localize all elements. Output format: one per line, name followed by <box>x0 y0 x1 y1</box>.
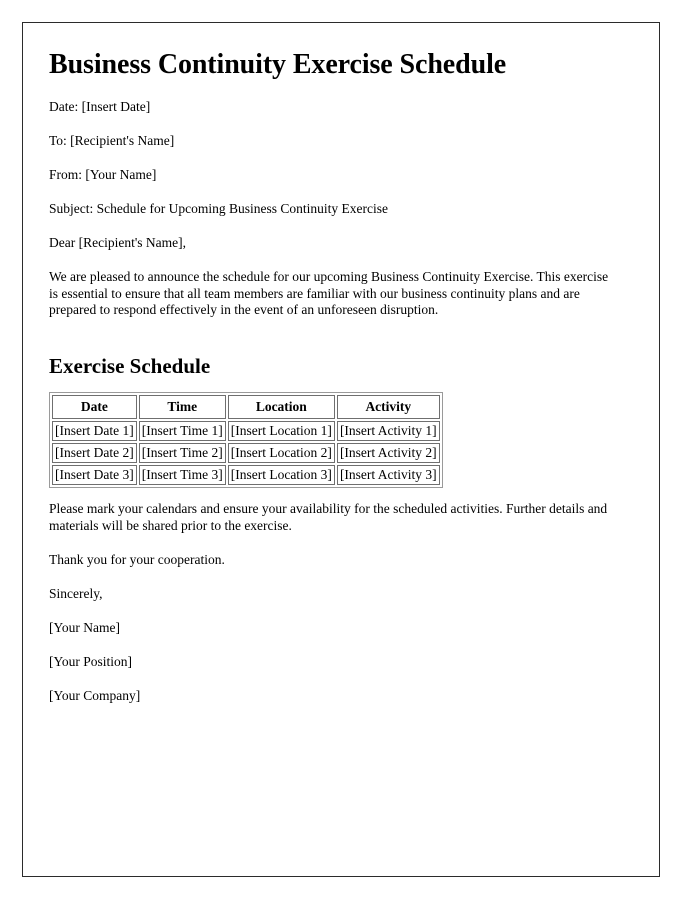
table-head: Date Time Location Activity <box>52 395 440 419</box>
table-row: [Insert Date 1] [Insert Time 1] [Insert … <box>52 421 440 441</box>
cell-date: [Insert Date 2] <box>52 443 137 463</box>
section-heading-exercise-schedule: Exercise Schedule <box>49 353 211 378</box>
cell-location: [Insert Location 3] <box>227 465 335 485</box>
header-field-subject: Subject: Schedule for Upcoming Business … <box>49 201 388 217</box>
column-header-date: Date <box>52 395 137 419</box>
cell-location: [Insert Location 1] <box>227 421 335 441</box>
sign-off: Sincerely, <box>49 586 103 601</box>
cell-time: [Insert Time 3] <box>138 465 226 485</box>
table-row: [Insert Date 3] [Insert Time 3] [Insert … <box>52 465 440 485</box>
closing-paragraph: Please mark your calendars and ensure yo… <box>49 501 608 533</box>
column-header-time: Time <box>138 395 226 419</box>
column-header-activity: Activity <box>336 395 440 419</box>
header-field-to: To: [Recipient's Name] <box>49 133 175 149</box>
cell-activity: [Insert Activity 3] <box>336 465 440 485</box>
cell-location: [Insert Location 2] <box>227 443 335 463</box>
salutation: Dear [Recipient's Name], <box>49 235 186 251</box>
cell-time: [Insert Time 1] <box>138 421 226 441</box>
table-body: [Insert Date 1] [Insert Time 1] [Insert … <box>52 421 440 485</box>
document-page: Business Continuity Exercise Schedule Da… <box>22 22 660 877</box>
intro-paragraph: We are pleased to announce the schedule … <box>49 269 609 318</box>
cell-activity: [Insert Activity 2] <box>336 443 440 463</box>
cell-date: [Insert Date 1] <box>52 421 137 441</box>
cell-time: [Insert Time 2] <box>138 443 226 463</box>
page-title: Business Continuity Exercise Schedule <box>49 49 507 80</box>
cell-date: [Insert Date 3] <box>52 465 137 485</box>
exercise-schedule-table: Date Time Location Activity [Insert Date… <box>49 392 443 488</box>
thanks-line: Thank you for your cooperation. <box>49 552 225 567</box>
signature-company: [Your Company] <box>49 688 141 703</box>
table-header-row: Date Time Location Activity <box>52 395 440 419</box>
signature-name: [Your Name] <box>49 620 120 635</box>
header-field-date: Date: [Insert Date] <box>49 99 151 115</box>
header-field-from: From: [Your Name] <box>49 167 157 183</box>
table-row: [Insert Date 2] [Insert Time 2] [Insert … <box>52 443 440 463</box>
column-header-location: Location <box>227 395 335 419</box>
signature-block: [Your Name] [Your Position] [Your Compan… <box>49 611 633 713</box>
header-fields: Date: [Insert Date] To: [Recipient's Nam… <box>49 90 633 226</box>
signature-position: [Your Position] <box>49 654 133 669</box>
cell-activity: [Insert Activity 1] <box>336 421 440 441</box>
document-body: Business Continuity Exercise Schedule Da… <box>23 23 659 713</box>
